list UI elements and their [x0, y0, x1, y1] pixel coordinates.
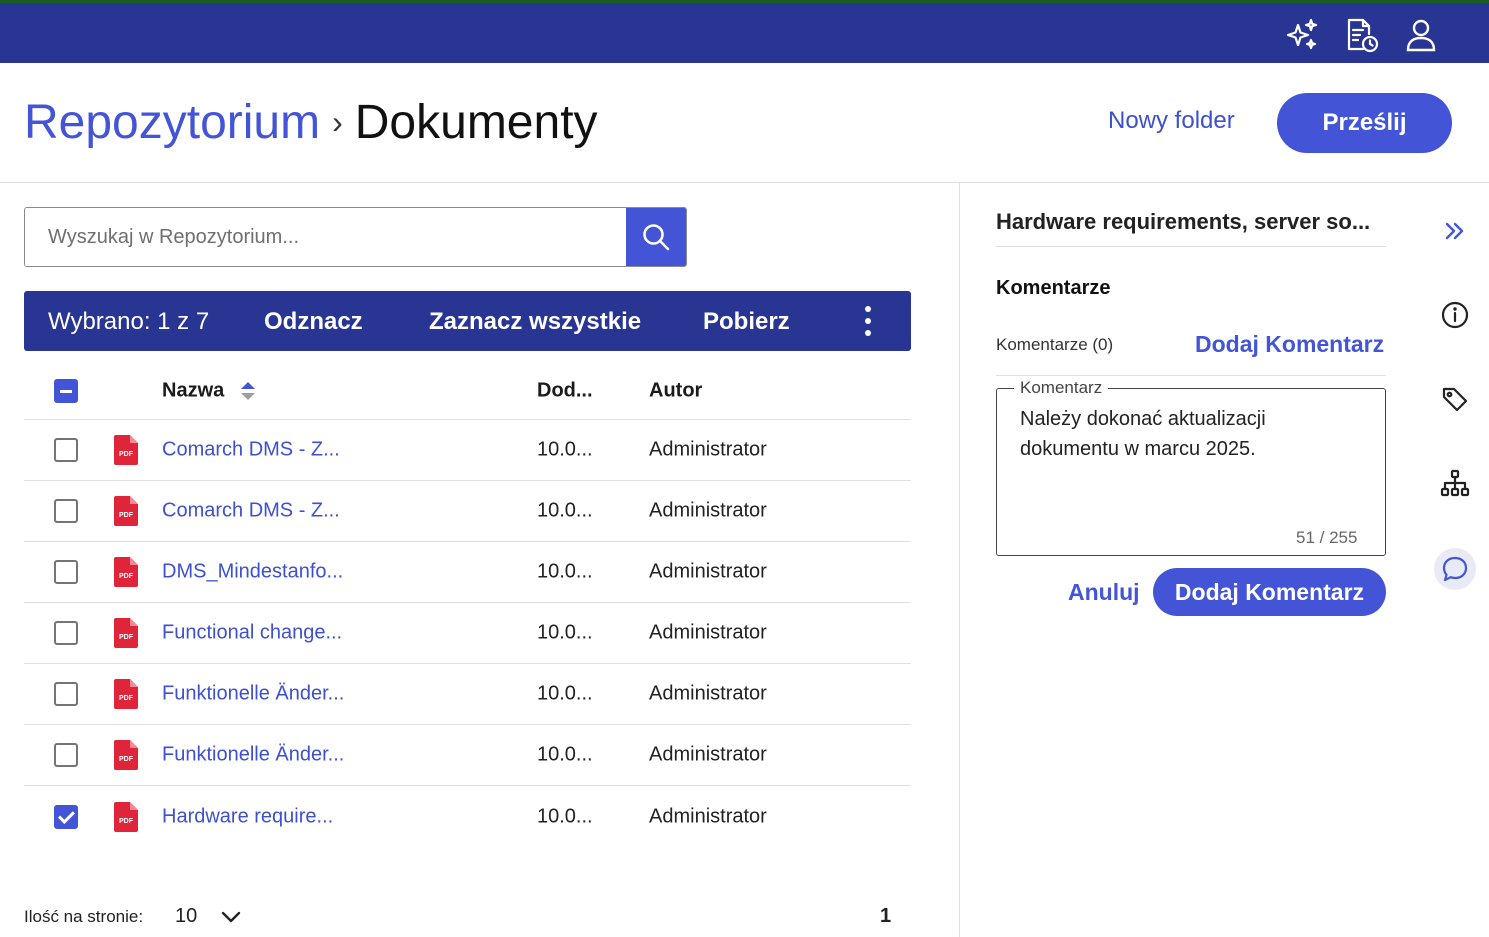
svg-text:PDF: PDF: [119, 512, 134, 519]
document-name-link[interactable]: Comarch DMS - Z...: [162, 500, 340, 523]
table-row[interactable]: PDF Funktionelle Änder... 10.0... Administr…: [24, 664, 911, 725]
document-author: Administrator: [649, 682, 767, 705]
chevron-down-icon[interactable]: [220, 906, 242, 928]
sort-icon[interactable]: [240, 381, 256, 401]
select-all-button[interactable]: Zaznacz wszystkie: [429, 308, 641, 336]
document-name-link[interactable]: Funktionelle Änder...: [162, 744, 344, 767]
document-date: 10.0...: [537, 621, 593, 644]
collapse-panel-icon[interactable]: [1434, 210, 1476, 252]
document-author: Administrator: [649, 743, 767, 766]
document-name-link[interactable]: Funktionelle Änder...: [162, 683, 344, 706]
add-comment-button[interactable]: Dodaj Komentarz: [1153, 568, 1386, 616]
search-input[interactable]: [25, 208, 628, 266]
document-clock-icon[interactable]: [1341, 15, 1381, 55]
page-header: Repozytorium › Dokumenty Nowy folder Prz…: [0, 63, 1489, 183]
breadcrumb-root-link[interactable]: Repozytorium: [24, 95, 320, 150]
hierarchy-icon[interactable]: [1434, 462, 1476, 504]
comments-divider: [996, 375, 1386, 376]
table-row[interactable]: PDF Comarch DMS - Z... 10.0... Administrato…: [24, 420, 911, 481]
deselect-button[interactable]: Odznacz: [264, 308, 363, 336]
new-folder-button[interactable]: Nowy folder: [1108, 107, 1235, 135]
document-name-link[interactable]: DMS_Mindestanfo...: [162, 561, 343, 584]
row-checkbox[interactable]: [54, 682, 78, 706]
row-checkbox[interactable]: [54, 560, 78, 584]
cancel-button[interactable]: Anuluj: [1068, 579, 1140, 606]
current-page[interactable]: 1: [880, 905, 891, 928]
search-button[interactable]: [626, 208, 686, 266]
upload-button[interactable]: Prześlij: [1277, 93, 1452, 153]
info-icon[interactable]: [1434, 294, 1476, 336]
selection-count: Wybrano: 1 z 7: [48, 308, 210, 335]
svg-text:PDF: PDF: [119, 818, 134, 825]
comment-text[interactable]: Należy dokonać aktualizacji dokumentu w …: [1020, 404, 1370, 464]
document-name-link[interactable]: Functional change...: [162, 622, 342, 645]
svg-text:PDF: PDF: [119, 756, 134, 763]
row-checkbox[interactable]: [54, 621, 78, 645]
pdf-file-icon: PDF: [114, 557, 138, 587]
pdf-file-icon: PDF: [114, 618, 138, 648]
comments-section-title: Komentarze: [996, 277, 1111, 299]
document-author: Administrator: [649, 621, 767, 644]
add-comment-link[interactable]: Dodaj Komentarz: [1195, 331, 1384, 358]
document-author: Administrator: [649, 438, 767, 461]
row-checkbox[interactable]: [54, 438, 78, 462]
row-checkbox[interactable]: [54, 804, 78, 829]
table-header: Nazwa Dod... Autor: [24, 363, 911, 420]
more-options-icon[interactable]: [860, 303, 876, 339]
table-row[interactable]: PDF Funktionelle Änder... 10.0... Administr…: [24, 725, 911, 786]
search-icon: [643, 224, 670, 251]
document-date: 10.0...: [537, 438, 593, 461]
panel-document-title: Hardware requirements, server so...: [996, 209, 1371, 234]
row-checkbox[interactable]: [54, 499, 78, 523]
table-row[interactable]: PDF Hardware require... 10.0... Administrat…: [24, 786, 911, 847]
svg-text:PDF: PDF: [119, 634, 134, 641]
breadcrumb: Repozytorium › Dokumenty: [24, 95, 598, 150]
document-date: 10.0...: [537, 499, 593, 522]
per-page-label: Ilość na stronie:: [24, 907, 144, 926]
svg-text:PDF: PDF: [119, 695, 134, 702]
table-row[interactable]: PDF DMS_Mindestanfo... 10.0... Administrato…: [24, 542, 911, 603]
document-name-link[interactable]: Hardware require...: [162, 805, 333, 828]
selection-bar: Wybrano: 1 z 7 Odznacz Zaznacz wszystkie…: [24, 291, 911, 351]
comments-icon[interactable]: [1434, 548, 1476, 590]
svg-text:PDF: PDF: [119, 451, 134, 458]
document-date: 10.0...: [537, 560, 593, 583]
document-date: 10.0...: [537, 743, 593, 766]
column-header-date[interactable]: Dod...: [537, 380, 593, 403]
tag-icon[interactable]: [1434, 378, 1476, 420]
breadcrumb-separator: ›: [332, 104, 343, 140]
pdf-file-icon: PDF: [114, 496, 138, 526]
top-bar: [0, 0, 1489, 63]
pdf-file-icon: PDF: [114, 435, 138, 465]
document-author: Administrator: [649, 805, 767, 827]
svg-text:PDF: PDF: [119, 573, 134, 580]
user-icon[interactable]: [1401, 15, 1441, 55]
per-page-select[interactable]: 10: [175, 905, 197, 928]
pdf-file-icon: PDF: [114, 679, 138, 709]
table-row[interactable]: PDF Comarch DMS - Z... 10.0... Administrato…: [24, 481, 911, 542]
row-checkbox[interactable]: [54, 743, 78, 767]
documents-table: Nazwa Dod... Autor PDF Comarch DMS - Z...…: [24, 363, 911, 847]
document-date: 10.0...: [537, 805, 593, 827]
document-name-link[interactable]: Comarch DMS - Z...: [162, 439, 340, 462]
document-author: Administrator: [649, 560, 767, 583]
document-date: 10.0...: [537, 682, 593, 705]
document-author: Administrator: [649, 499, 767, 522]
download-button[interactable]: Pobierz: [703, 308, 790, 336]
column-header-name[interactable]: Nazwa: [162, 380, 224, 403]
character-counter: 51 / 255: [1296, 528, 1358, 547]
sparkles-icon[interactable]: [1282, 15, 1322, 55]
table-row[interactable]: PDF Functional change... 10.0... Administra…: [24, 603, 911, 664]
pdf-file-icon: PDF: [114, 740, 138, 770]
pdf-file-icon: PDF: [114, 801, 138, 832]
panel-divider: [959, 183, 960, 937]
comments-count: Komentarze (0): [996, 335, 1114, 354]
select-all-checkbox[interactable]: [54, 379, 78, 403]
search-box: [24, 207, 687, 267]
page-title: Dokumenty: [354, 96, 598, 149]
comment-field-label: Komentarz: [1014, 378, 1109, 398]
panel-divider-top: [996, 246, 1386, 247]
column-header-author[interactable]: Autor: [649, 380, 702, 403]
